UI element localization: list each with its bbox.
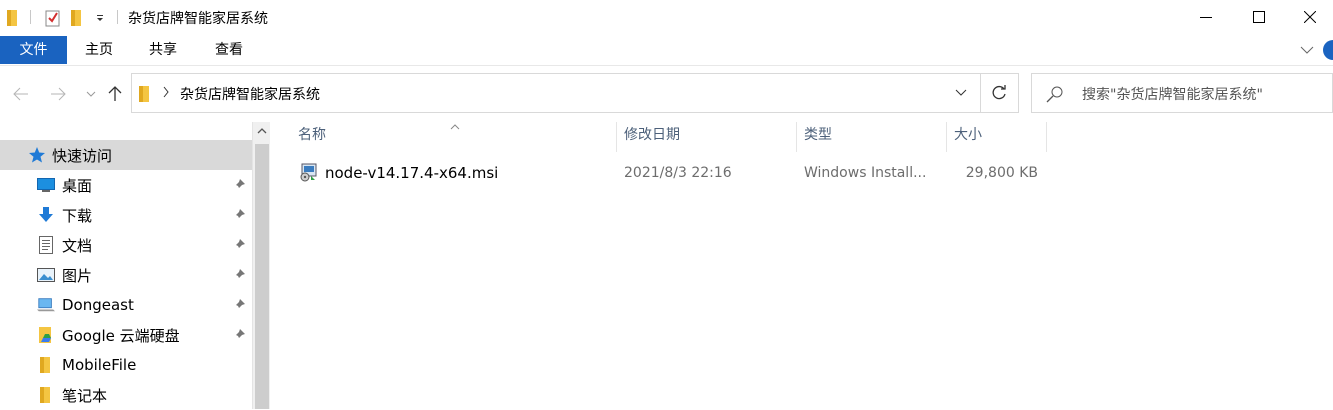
sidebar-scrollbar[interactable] — [252, 122, 270, 409]
sidebar-item-label: 快速访问 — [52, 146, 113, 165]
search-input[interactable]: 搜索"杂货店牌智能家居系统" — [1082, 84, 1263, 104]
star-icon — [28, 146, 46, 164]
pin-icon[interactable] — [232, 298, 246, 316]
minimize-button[interactable] — [1183, 0, 1229, 34]
sidebar-item-dongeast[interactable]: Dongeast — [0, 290, 252, 320]
file-list: 名称 修改日期 类型 大小 node-v14.17.4-x64.msi 2021… — [271, 122, 1333, 409]
address-dropdown-icon[interactable] — [954, 86, 968, 102]
refresh-icon[interactable] — [989, 83, 1009, 107]
recent-locations-button[interactable] — [80, 83, 102, 105]
help-icon[interactable] — [1323, 40, 1333, 60]
table-row[interactable]: node-v14.17.4-x64.msi 2021/8/3 22:16 Win… — [290, 158, 1050, 188]
sidebar-item-desktop[interactable]: 桌面 — [0, 170, 252, 200]
folder-icon[interactable] — [6, 8, 20, 28]
navigation-pane: 快速访问 桌面 下载 文档 图片 Dongeast Google 云端硬盘 Mo… — [0, 122, 270, 409]
forward-button[interactable] — [47, 83, 69, 105]
sidebar-item-label: MobileFile — [62, 356, 137, 374]
tab-home[interactable]: 主页 — [73, 36, 125, 64]
search-box[interactable]: 搜索"杂货店牌智能家居系统" — [1031, 73, 1333, 113]
sidebar-item-mobilefile[interactable]: MobileFile — [0, 350, 252, 380]
tab-file[interactable]: 文件 — [0, 36, 67, 64]
divider — [30, 10, 31, 24]
pin-icon[interactable] — [232, 178, 246, 196]
document-icon — [37, 236, 55, 254]
pin-icon[interactable] — [232, 328, 246, 346]
scroll-up-icon[interactable] — [256, 124, 268, 140]
sidebar-item-google-drive[interactable]: Google 云端硬盘 — [0, 320, 252, 350]
back-button[interactable] — [10, 83, 32, 105]
breadcrumb-chevron-icon[interactable] — [162, 86, 170, 102]
divider — [980, 74, 981, 112]
title-bar: 杂货店牌智能家居系统 — [0, 0, 1333, 36]
column-divider[interactable] — [1046, 122, 1047, 152]
window-title: 杂货店牌智能家居系统 — [128, 11, 268, 27]
pin-icon[interactable] — [232, 238, 246, 256]
sidebar-item-label: Dongeast — [62, 296, 134, 314]
scrollbar-thumb[interactable] — [255, 144, 269, 409]
column-header-name[interactable]: 名称 — [290, 122, 618, 150]
folder-icon — [37, 356, 55, 374]
close-button[interactable] — [1287, 0, 1333, 34]
maximize-button[interactable] — [1236, 0, 1282, 34]
search-icon — [1046, 85, 1064, 107]
sidebar-item-pictures[interactable]: 图片 — [0, 260, 252, 290]
tab-share[interactable]: 共享 — [137, 36, 189, 64]
sidebar-item-notebook[interactable]: 笔记本 — [0, 380, 252, 410]
divider — [117, 10, 118, 24]
file-name[interactable]: node-v14.17.4-x64.msi — [325, 164, 498, 182]
download-icon — [37, 206, 55, 224]
sidebar-item-quick-access[interactable]: 快速访问 — [0, 140, 252, 170]
sidebar-item-label: 文档 — [62, 236, 93, 255]
msi-installer-icon — [299, 162, 319, 186]
ribbon-tabs: 文件 主页 共享 查看 — [0, 36, 1333, 66]
sidebar-item-label: Google 云端硬盘 — [62, 326, 180, 345]
folder-icon — [138, 85, 152, 107]
column-header-size[interactable]: 大小 — [946, 122, 1046, 150]
navigation-bar: 杂货店牌智能家居系统 搜索"杂货店牌智能家居系统" — [0, 66, 1333, 122]
computer-icon — [37, 296, 55, 314]
column-header-date[interactable]: 修改日期 — [616, 122, 796, 150]
new-folder-icon[interactable] — [70, 8, 84, 28]
properties-icon[interactable] — [45, 8, 61, 28]
sidebar-item-documents[interactable]: 文档 — [0, 230, 252, 260]
breadcrumb[interactable]: 杂货店牌智能家居系统 — [180, 84, 320, 104]
pictures-icon — [37, 266, 55, 284]
sidebar-item-label: 下载 — [62, 206, 93, 225]
up-button[interactable] — [104, 83, 126, 105]
column-header-type[interactable]: 类型 — [796, 122, 946, 150]
sidebar-item-downloads[interactable]: 下载 — [0, 200, 252, 230]
sidebar-item-label: 笔记本 — [62, 386, 108, 405]
sidebar-item-label: 桌面 — [62, 176, 93, 195]
expand-ribbon-icon[interactable] — [1300, 43, 1314, 59]
file-type: Windows Install... — [804, 165, 927, 181]
address-bar[interactable]: 杂货店牌智能家居系统 — [131, 73, 1019, 113]
pin-icon[interactable] — [232, 208, 246, 226]
quick-access-dropdown-icon[interactable] — [95, 8, 105, 28]
sidebar-item-label: 图片 — [62, 266, 93, 285]
file-date: 2021/8/3 22:16 — [624, 165, 732, 181]
google-drive-icon — [37, 326, 55, 344]
desktop-icon — [37, 176, 55, 194]
pin-icon[interactable] — [232, 268, 246, 286]
folder-icon — [37, 386, 55, 404]
file-size: 29,800 KB — [965, 165, 1038, 181]
tab-view[interactable]: 查看 — [203, 36, 255, 64]
